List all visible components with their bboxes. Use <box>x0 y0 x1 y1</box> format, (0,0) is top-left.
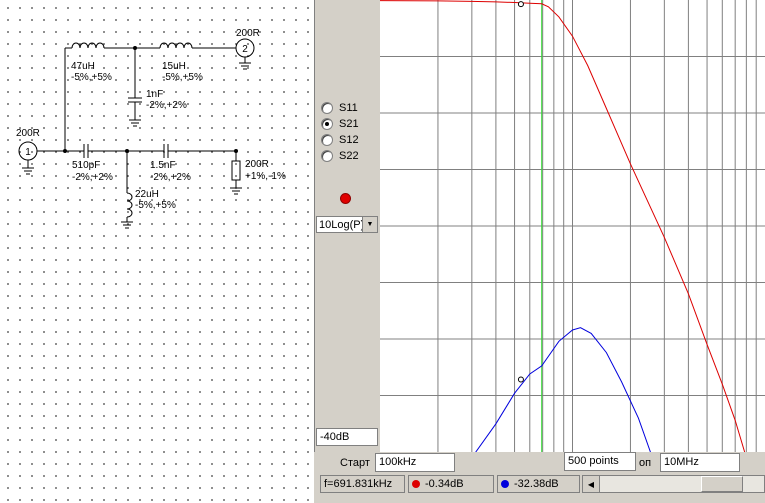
r1-tolerance: +1%,-1% <box>245 171 286 182</box>
blue-marker-value: -32.38dB <box>514 478 559 490</box>
response-graph[interactable] <box>379 0 765 458</box>
radio-s12-label: S12 <box>339 134 359 146</box>
radio-s11-label: S11 <box>339 102 358 114</box>
radio-s21-indicator[interactable] <box>321 118 333 130</box>
l2-value: 15uH <box>162 61 186 72</box>
c3-tolerance: -2%,+2% <box>150 172 191 183</box>
start-label: Старт <box>340 457 370 469</box>
red-marker-value: -0.34dB <box>425 478 464 490</box>
stop-label: оп <box>639 457 652 469</box>
c2-tolerance: -2%,+2% <box>72 172 113 183</box>
l1-value: 47uH <box>71 61 95 72</box>
port1-number: 1 <box>25 147 31 158</box>
points-input[interactable]: 500 points <box>564 452 636 471</box>
radio-s12[interactable]: S12 <box>321 132 359 148</box>
red-marker-readout: -0.34dB <box>408 475 494 493</box>
radio-s11[interactable]: S11 <box>321 100 358 116</box>
c3-value: 1.5nF <box>150 160 176 171</box>
l2-tolerance: -5%,+5% <box>162 72 203 83</box>
radio-s21-label: S21 <box>339 118 359 130</box>
frequency-readout-text: f=691.831kHz <box>324 478 393 490</box>
chevron-down-icon[interactable]: ▼ <box>362 217 377 232</box>
frequency-readout: f=691.831kHz <box>320 475 405 493</box>
radio-s12-indicator[interactable] <box>321 134 333 146</box>
port2-number: 2 <box>242 44 248 55</box>
schematic-drawing: 1 2 200R 200R 47uH -5%,+5% 15uH -5%,+5% … <box>16 28 286 229</box>
blue-marker-icon <box>501 480 509 488</box>
bottom-bar: Старт 100kHz 500 points оп 10MHz f=691.8… <box>314 452 765 503</box>
radio-s22[interactable]: S22 <box>321 148 359 164</box>
start-input[interactable]: 100kHz <box>375 453 455 472</box>
port1-label: 200R <box>16 128 40 139</box>
plot-svg <box>379 0 765 458</box>
radio-s11-indicator[interactable] <box>321 102 333 114</box>
resistor-200r <box>231 160 241 181</box>
series-marker-1 <box>517 1 524 8</box>
inductor-15uh <box>159 42 193 49</box>
radio-s22-label: S22 <box>339 150 359 162</box>
ymin-input[interactable]: -40dB <box>316 428 378 446</box>
l3-tolerance: -5%,+5% <box>135 200 176 211</box>
radio-s21[interactable]: S21 <box>321 116 359 132</box>
trace-color-indicator[interactable] <box>340 193 351 204</box>
port2-label: 200R <box>236 28 260 39</box>
series-marker-2 <box>517 376 524 383</box>
radio-s22-indicator[interactable] <box>321 150 333 162</box>
c2-value: 510pF <box>72 160 100 171</box>
scrollbar-thumb[interactable] <box>701 476 743 492</box>
l1-tolerance: -5%,+5% <box>71 72 112 83</box>
blue-marker-readout: -32.38dB <box>497 475 580 493</box>
series-line-2 <box>471 327 653 458</box>
scale-select-value: 10Log(P) <box>319 218 362 231</box>
control-panel: S11 S21 S12 S22 10Log(P) ▼ -40dB <box>314 0 381 452</box>
red-marker-icon <box>412 480 420 488</box>
l3-value: 22uH <box>135 189 159 200</box>
r1-value: 200R <box>245 159 269 170</box>
schematic-canvas[interactable]: 1 2 200R 200R 47uH -5%,+5% 15uH -5%,+5% … <box>0 0 314 503</box>
frequency-scrollbar[interactable]: ◀ <box>582 475 765 493</box>
scroll-left-icon[interactable]: ◀ <box>583 476 600 492</box>
inductor-47uh <box>71 42 105 49</box>
stop-input[interactable]: 10MHz <box>660 453 740 472</box>
c1-tolerance: -2%,+2% <box>146 100 187 111</box>
inductor-22uh <box>126 192 133 218</box>
scale-select[interactable]: 10Log(P) ▼ <box>316 216 378 233</box>
c1-value: 1nF <box>146 89 163 100</box>
